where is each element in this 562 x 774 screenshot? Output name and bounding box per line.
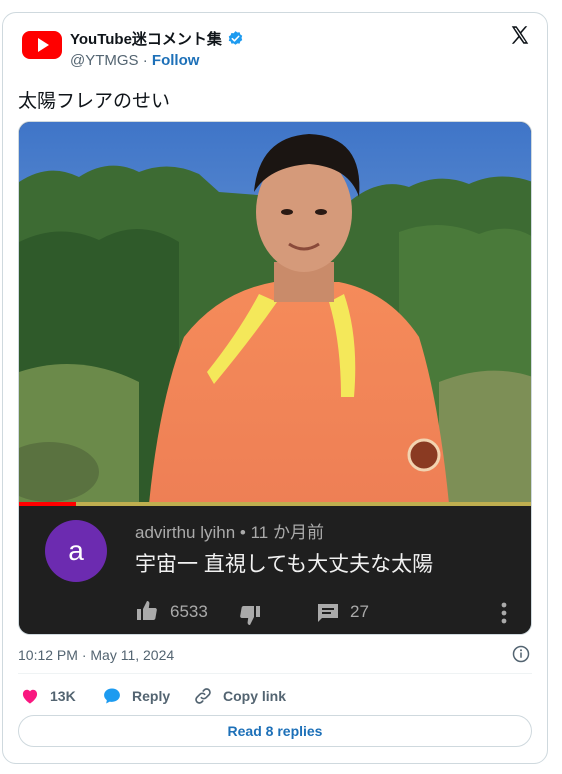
copy-link-action[interactable]: Copy link: [193, 685, 286, 707]
link-icon: [195, 688, 211, 704]
follow-button[interactable]: Follow: [152, 52, 200, 69]
comment-reply-icon: [318, 604, 338, 622]
read-replies-button[interactable]: Read 8 replies: [18, 715, 532, 747]
youtube-logo-icon[interactable]: [22, 30, 62, 60]
reply-bubble-icon: [104, 688, 120, 704]
comment-age: 11 か月前: [250, 523, 324, 542]
handle-separator: ·: [142, 52, 148, 69]
more-vertical-icon: [501, 602, 507, 624]
comment-reply-count: 27: [350, 602, 369, 621]
comment-meta-separator: •: [239, 523, 246, 542]
verified-badge-icon: [228, 31, 243, 45]
comment-author: advirthu lyihn: [135, 523, 236, 542]
thumbs-up-icon: [137, 601, 157, 620]
account-name[interactable]: YouTube迷コメント集: [70, 28, 222, 49]
divider: [18, 673, 532, 674]
thumbs-down-icon: [240, 606, 260, 625]
tweet-media[interactable]: a advirthu lyihn • 11 か月前 宇宙一 直視しても大丈夫な太…: [18, 121, 532, 635]
heart-icon: [22, 689, 38, 704]
comment-body: 宇宙一 直視しても大丈夫な太陽: [135, 553, 434, 576]
info-icon[interactable]: [512, 645, 530, 663]
comment-meta: advirthu lyihn • 11 か月前: [135, 518, 324, 543]
reply-action[interactable]: Reply: [102, 685, 170, 707]
x-logo-icon[interactable]: [509, 24, 531, 46]
comment-like-count: 6533: [170, 602, 208, 621]
account-handle-row: @YTMGS · Follow: [70, 52, 199, 69]
reply-label: Reply: [132, 688, 171, 704]
copy-link-label: Copy link: [223, 688, 287, 704]
video-frame-image: [19, 122, 531, 504]
tweet-text: 太陽フレアのせい: [18, 91, 171, 112]
youtube-comment: a advirthu lyihn • 11 か月前 宇宙一 直視しても大丈夫な太…: [19, 506, 531, 634]
tweet-timestamp[interactable]: 10:12 PM · May 11, 2024: [18, 647, 174, 663]
like-count: 13K: [50, 688, 76, 704]
commenter-avatar: a: [45, 520, 107, 582]
account-handle[interactable]: @YTMGS: [70, 52, 139, 69]
like-action[interactable]: 13K: [20, 685, 76, 707]
account-name-row[interactable]: YouTube迷コメント集: [70, 28, 244, 49]
